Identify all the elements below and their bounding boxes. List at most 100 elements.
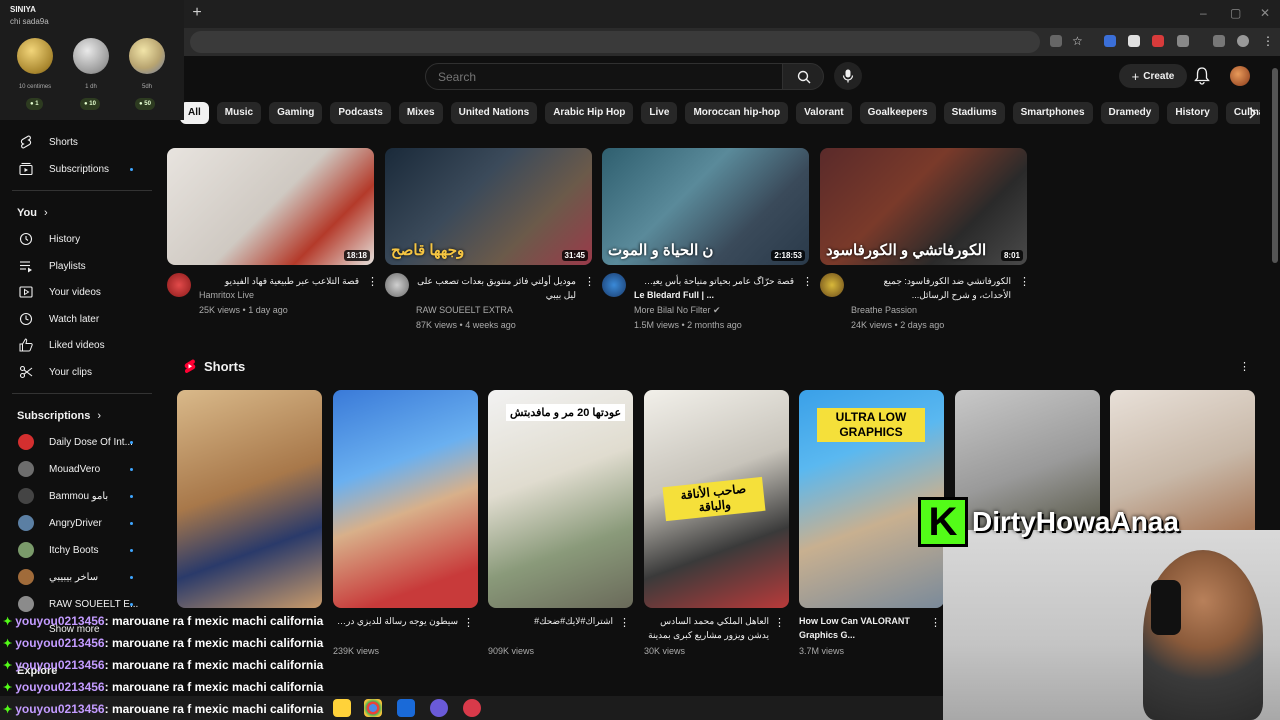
filter-chip[interactable]: Dramedy [1100,102,1160,124]
filter-chip[interactable]: Arabic Hip Hop [545,102,634,124]
sidebar-item-shorts[interactable]: Shorts [0,129,150,155]
extension-icon[interactable] [1128,35,1140,47]
short-views: 3.7M views [799,646,845,656]
filter-chip[interactable]: Valorant [796,102,852,124]
profile-icon[interactable] [1237,35,1249,47]
sidebar-item-liked-videos[interactable]: Liked videos [0,332,150,358]
subscription-item[interactable]: AngryDriver [0,510,150,536]
short-title[interactable]: اشتراك#لايك#ضحك# [488,614,613,628]
close-window-button[interactable]: ✕ [1260,6,1270,20]
cast-icon[interactable] [1050,35,1062,47]
subscription-item[interactable]: Bammou بامو [0,483,150,509]
filter-chip[interactable]: Stadiums [943,102,1005,124]
extensions-puzzle-icon[interactable] [1177,35,1189,47]
browser-menu-icon[interactable]: ⋮ [1262,35,1274,47]
short-thumbnail[interactable]: صاحب الأناقة والباقة [644,390,789,608]
channel-name[interactable]: RAW SOUEELT EXTRA [416,305,513,315]
subscription-item[interactable]: MouadVero [0,456,150,482]
short-menu-icon[interactable]: ⋮ [774,617,785,629]
thumbnail-text: ن الحياة و الموت [608,242,714,259]
subscription-item[interactable]: ساخر بيبيبي [0,564,150,590]
sidebar-item-label: Liked videos [49,339,105,351]
filter-chip[interactable]: Podcasts [330,102,391,124]
short-title[interactable]: How Low Can VALORANT Graphics G... [799,614,924,642]
short-thumbnail[interactable] [177,390,322,608]
outlook-icon[interactable] [397,699,415,717]
video-title[interactable]: الكورفاتشي ضد الكورفاسود: جميع الأحداث، … [851,274,1011,302]
search-box[interactable] [425,63,783,90]
shelf-menu-icon[interactable]: ⋮ [1239,361,1250,373]
bookmark-star-icon[interactable]: ☆ [1072,35,1084,47]
search-button[interactable] [782,63,824,90]
account-avatar[interactable] [1230,66,1250,86]
search-icon [797,70,811,84]
new-tab-button[interactable]: + [190,5,204,21]
filter-chip[interactable]: Music [216,102,262,124]
create-label: Create [1143,70,1175,82]
video-thumbnail[interactable]: الكورفاتشي و الكورفاسود 8:01 [820,148,1027,265]
page-scrollbar[interactable] [1272,68,1278,263]
video-title[interactable]: قصة حرّاگ عامر بحياتو منياحة بأس يعيش حي… [634,274,794,288]
app-icon[interactable] [430,699,448,717]
channel-avatar [18,596,34,612]
sidebar-item-watch-later[interactable]: Watch later [0,306,150,332]
create-button[interactable]: + Create [1119,64,1187,88]
maximize-button[interactable]: ▢ [1230,6,1241,20]
channel-avatar[interactable] [602,273,626,297]
short-title[interactable]: سيطون يوجه رسالة للديزي دروس [333,614,458,628]
video-thumbnail[interactable]: 18:18 [167,148,374,265]
sidebar-item-playlists[interactable]: Playlists [0,253,150,279]
video-title-line-2[interactable]: Le Bledard Full | ... [634,288,794,302]
sidebar-item-subscriptions[interactable]: Subscriptions [0,156,150,182]
subscription-item[interactable]: Itchy Boots [0,537,150,563]
video-menu-icon[interactable]: ⋮ [802,276,813,288]
video-menu-icon[interactable]: ⋮ [367,276,378,288]
short-thumbnail[interactable]: عودتها 20 مر و مافدبتش [488,390,633,608]
video-menu-icon[interactable]: ⋮ [584,276,595,288]
filter-chip[interactable]: Smartphones [1012,102,1093,124]
extension-icon[interactable] [1152,35,1164,47]
short-thumbnail[interactable] [333,390,478,608]
short-menu-icon[interactable]: ⋮ [930,617,941,629]
filter-chip[interactable]: All [180,102,209,124]
app-icon[interactable] [463,699,481,717]
filter-chip[interactable]: Mixes [398,102,443,124]
sidebar-item-history[interactable]: History [0,226,150,252]
search-input[interactable] [426,64,782,89]
sidebar-item-your-clips[interactable]: Your clips [0,359,150,385]
channel-name[interactable]: Hamritox Live [199,290,254,300]
channel-name[interactable]: More Bilal No Filter ✔ [634,305,721,316]
short-menu-icon[interactable]: ⋮ [463,617,474,629]
channel-avatar[interactable] [820,273,844,297]
channel-avatar[interactable] [167,273,191,297]
video-thumbnail[interactable]: ن الحياة و الموت 2:18:53 [602,148,809,265]
short-title[interactable]: العاهل الملكي محمد السادس يدشن ويزور مشا… [644,614,769,642]
video-menu-icon[interactable]: ⋮ [1019,276,1030,288]
filter-chip[interactable]: Moroccan hip-hop [685,102,789,124]
filter-chip[interactable]: Goalkeepers [859,102,936,124]
video-meta: 25K views • 1 day ago [199,305,288,315]
file-explorer-icon[interactable] [333,699,351,717]
short-menu-icon[interactable]: ⋮ [619,617,630,629]
video-thumbnail[interactable]: وجهها قاصح 31:45 [385,148,592,265]
extension-icon[interactable] [1104,35,1116,47]
minimize-button[interactable]: – [1200,6,1207,20]
video-title[interactable]: موديل أولتي فائز منتويق بعدات تصعب على ل… [416,274,576,302]
filter-chip[interactable]: Live [641,102,678,124]
reading-list-icon[interactable] [1213,35,1225,47]
subscription-item[interactable]: Daily Dose Of Int... [0,429,150,455]
voice-search-button[interactable] [834,62,862,90]
filter-chip[interactable]: History [1167,102,1218,124]
filter-chip[interactable]: Gaming [269,102,323,124]
chevron-right-icon[interactable] [1248,107,1258,119]
video-title[interactable]: قصة التلاعب عبر طبيعية فهاد الفيديو [199,274,359,288]
subscriptions-section-header[interactable]: Subscriptions › [17,410,101,422]
channel-name[interactable]: Breathe Passion [851,305,917,315]
you-section-header[interactable]: You › [17,207,48,219]
channel-avatar[interactable] [385,273,409,297]
sidebar-item-your-videos[interactable]: Your videos [0,279,150,305]
chrome-icon[interactable] [364,699,382,717]
notifications-bell-icon[interactable] [1194,67,1210,85]
address-field[interactable] [190,31,1040,53]
filter-chip[interactable]: United Nations [450,102,538,124]
